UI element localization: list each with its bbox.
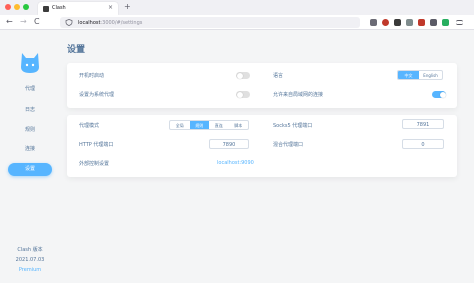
toggle-knob	[439, 91, 446, 98]
language-option-en[interactable]: English	[419, 71, 442, 79]
auto-start-label: 开机时启动	[79, 73, 105, 79]
language-label: 语言	[273, 73, 284, 79]
sidebar: 代理 日志 规则 连接 设置 Clash 版本 2021.07.03 Premi…	[0, 31, 60, 283]
clash-logo-icon	[21, 53, 39, 73]
system-proxy-toggle[interactable]	[236, 91, 250, 98]
proxy-mode-rule[interactable]: 规则	[189, 121, 209, 129]
address-bar[interactable]: localhost:3000/#/settings	[60, 17, 360, 28]
sidebar-item-settings[interactable]: 设置	[8, 163, 52, 176]
mixed-port-label: 混合代理端口	[273, 142, 304, 148]
sidebar-item-rules[interactable]: 规则	[8, 124, 52, 137]
extension-icon[interactable]	[418, 19, 425, 26]
general-settings-card: 开机时启动 语言 中文 English 设置为系统代理 允许来自局域网的连接	[67, 63, 457, 108]
language-option-zh[interactable]: 中文	[398, 71, 420, 79]
toggle-knob	[236, 72, 243, 79]
reload-button[interactable]: C	[34, 17, 40, 27]
clash-favicon-icon	[43, 5, 49, 12]
extension-icon[interactable]	[394, 19, 401, 26]
proxy-mode-script[interactable]: 脚本	[229, 121, 249, 129]
extension-icon[interactable]	[406, 19, 413, 26]
new-tab-button[interactable]: +	[124, 2, 131, 12]
menu-icon[interactable]	[456, 20, 463, 25]
language-selector[interactable]: 中文 English	[397, 70, 443, 80]
browser-tab-bar: Clash × +	[0, 0, 474, 15]
proxy-mode-label: 代理模式	[79, 123, 100, 129]
forward-button[interactable]: →	[20, 17, 27, 27]
external-controller-link[interactable]: localhost:9090	[217, 160, 254, 166]
version-label: Clash 版本	[17, 247, 43, 253]
version-date: 2021.07.03	[15, 257, 45, 263]
pocket-icon[interactable]	[370, 19, 377, 26]
url-text: localhost:3000/#/settings	[78, 20, 142, 26]
proxy-settings-card: 代理模式 全局 规则 直连 脚本 Socks5 代理端口 7891 HTTP 代…	[67, 115, 457, 177]
auto-start-toggle[interactable]	[236, 72, 250, 79]
back-button[interactable]: ←	[6, 17, 13, 27]
extension-ublock-icon[interactable]	[382, 19, 389, 26]
minimize-window-button[interactable]	[14, 4, 20, 10]
proxy-mode-global[interactable]: 全局	[170, 121, 190, 129]
close-window-button[interactable]	[5, 4, 11, 10]
sidebar-item-proxies[interactable]: 代理	[8, 83, 52, 96]
allow-lan-label: 允许来自局域网的连接	[273, 92, 324, 98]
toggle-knob	[236, 91, 243, 98]
system-proxy-label: 设置为系统代理	[79, 92, 115, 98]
http-port-input[interactable]: 7890	[209, 139, 249, 149]
proxy-mode-selector[interactable]: 全局 规则 直连 脚本	[169, 120, 249, 130]
downloads-icon[interactable]	[430, 19, 437, 26]
sidebar-item-logs[interactable]: 日志	[8, 104, 52, 117]
socks5-port-label: Socks5 代理端口	[273, 123, 313, 129]
browser-tab[interactable]: Clash ×	[38, 2, 118, 15]
page-title: 设置	[67, 45, 86, 55]
socks5-port-input[interactable]: 7891	[402, 119, 444, 129]
mixed-port-input[interactable]: 0	[402, 139, 444, 149]
tab-close-icon[interactable]: ×	[108, 4, 113, 11]
external-controller-label: 外部控制设置	[79, 161, 110, 167]
url-host: localhost	[78, 19, 101, 26]
tab-title: Clash	[52, 5, 66, 11]
sidebar-item-connections[interactable]: 连接	[8, 143, 52, 156]
browser-navbar: ← → C localhost:3000/#/settings	[0, 15, 474, 30]
extension-icon[interactable]	[442, 19, 449, 26]
http-port-label: HTTP 代理端口	[79, 142, 114, 148]
maximize-window-button[interactable]	[23, 4, 29, 10]
url-path: :3000/#/settings	[100, 19, 143, 26]
allow-lan-toggle[interactable]	[432, 91, 446, 98]
shield-icon	[65, 19, 73, 26]
premium-badge: Premium	[18, 267, 42, 273]
proxy-mode-direct[interactable]: 直连	[209, 121, 229, 129]
